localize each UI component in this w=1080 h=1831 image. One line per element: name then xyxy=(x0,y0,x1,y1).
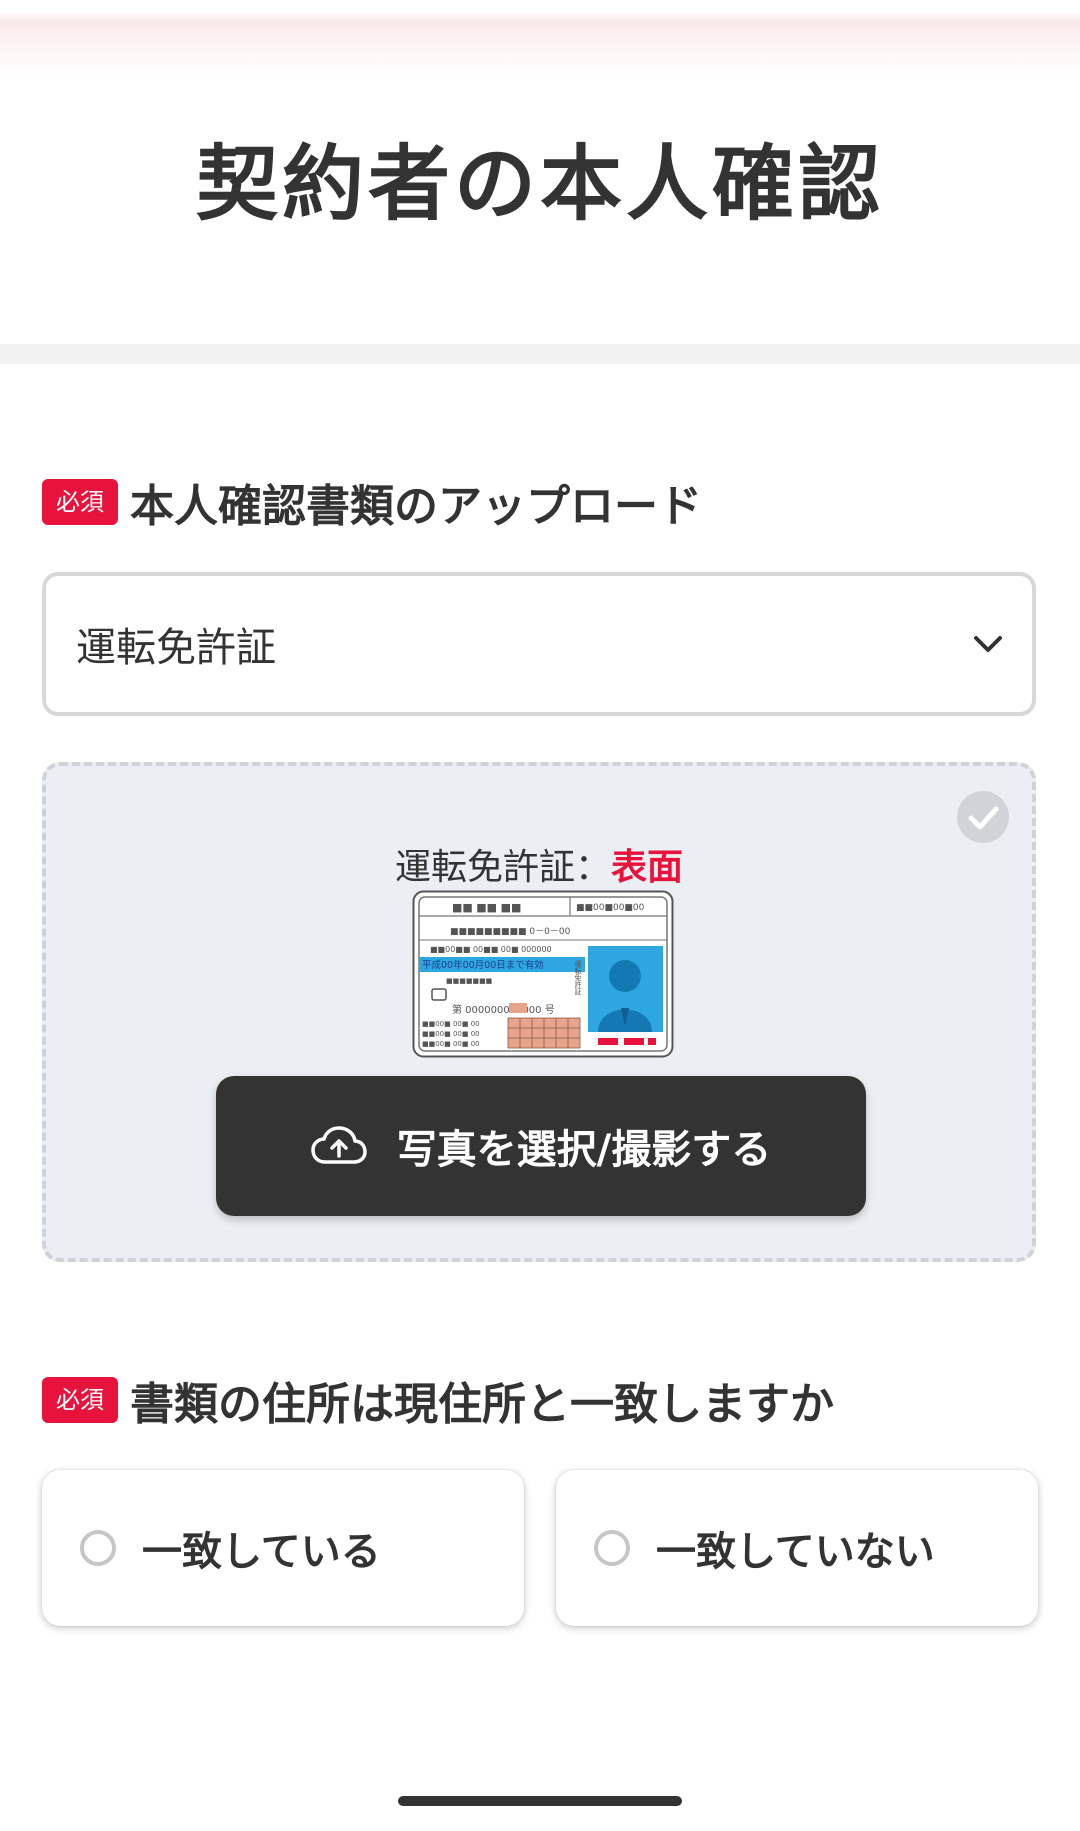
chevron-down-icon xyxy=(974,636,1002,652)
license-small-text-3: ■■00■ 00■ 00 xyxy=(422,1040,480,1048)
upload-caption: 運転免許証：表面 xyxy=(46,838,1032,890)
identity-verification-page: 契約者の本人確認 必須 本人確認書類のアップロード 運転免許証 運転免許証：表面… xyxy=(0,0,1080,1831)
header-shadow xyxy=(0,0,1080,80)
document-type-select[interactable]: 運転免許証 xyxy=(42,572,1036,716)
document-upload-label: 本人確認書類のアップロード xyxy=(130,481,702,532)
required-badge: 必須 xyxy=(42,479,118,525)
address-match-label: 書類の住所は現住所と一致しますか xyxy=(130,1379,834,1430)
license-vertical-text: 運転免許証 xyxy=(574,959,582,996)
address-match-heading: 必須 書類の住所は現住所と一致しますか xyxy=(42,1374,834,1430)
caption-side: 表面 xyxy=(611,847,684,888)
select-photo-button[interactable]: 写真を選択/撮影する xyxy=(216,1076,866,1216)
license-name-text: ■■■■■■■■■ 0－0－00 xyxy=(450,927,571,937)
license-header-text: ■■ ■■ ■■ xyxy=(452,901,521,914)
option-label: 一致している xyxy=(142,1529,381,1575)
document-type-value: 運転免許証 xyxy=(76,625,276,671)
caption-document-name: 運転免許証： xyxy=(394,847,611,888)
check-circle-icon xyxy=(957,791,1009,843)
drivers-license-icon: ■■ ■■ ■■ ■■00■00■00 ■■■■■■■■■ 0－0－00 ■■0… xyxy=(412,890,674,1058)
section-divider xyxy=(0,344,1080,364)
select-photo-label: 写真を選択/撮影する xyxy=(396,1127,772,1173)
license-small-text-1: ■■00■ 00■ 00 xyxy=(422,1020,480,1028)
license-sub-text: ■■■■■■■ xyxy=(446,977,492,985)
radio-button[interactable] xyxy=(594,1530,630,1566)
required-badge: 必須 xyxy=(42,1377,118,1423)
radio-button[interactable] xyxy=(80,1530,116,1566)
address-match-option-yes[interactable]: 一致している xyxy=(42,1470,524,1626)
license-address-text: ■■00■■ 00■■ 00■ 000000 xyxy=(430,945,552,954)
cloud-upload-icon xyxy=(310,1126,367,1164)
license-front-upload-area[interactable]: 運転免許証：表面 ■■ ■■ ■■ ■■00■00■00 ■■■■■■■■■ 0… xyxy=(42,762,1036,1262)
address-match-option-no[interactable]: 一致していない xyxy=(556,1470,1038,1626)
license-small-text-2: ■■00■ 00■ 00 xyxy=(422,1030,480,1038)
license-number-text: 第 000000000000 号 xyxy=(452,1003,555,1016)
home-indicator[interactable] xyxy=(398,1796,682,1806)
page-title: 契約者の本人確認 xyxy=(195,137,884,232)
license-validity-text: 平成00年00月00日まで有効 xyxy=(422,959,544,971)
license-date-text: ■■00■00■00 xyxy=(576,903,645,913)
document-upload-heading: 必須 本人確認書類のアップロード xyxy=(42,476,702,532)
option-label: 一致していない xyxy=(656,1529,935,1575)
